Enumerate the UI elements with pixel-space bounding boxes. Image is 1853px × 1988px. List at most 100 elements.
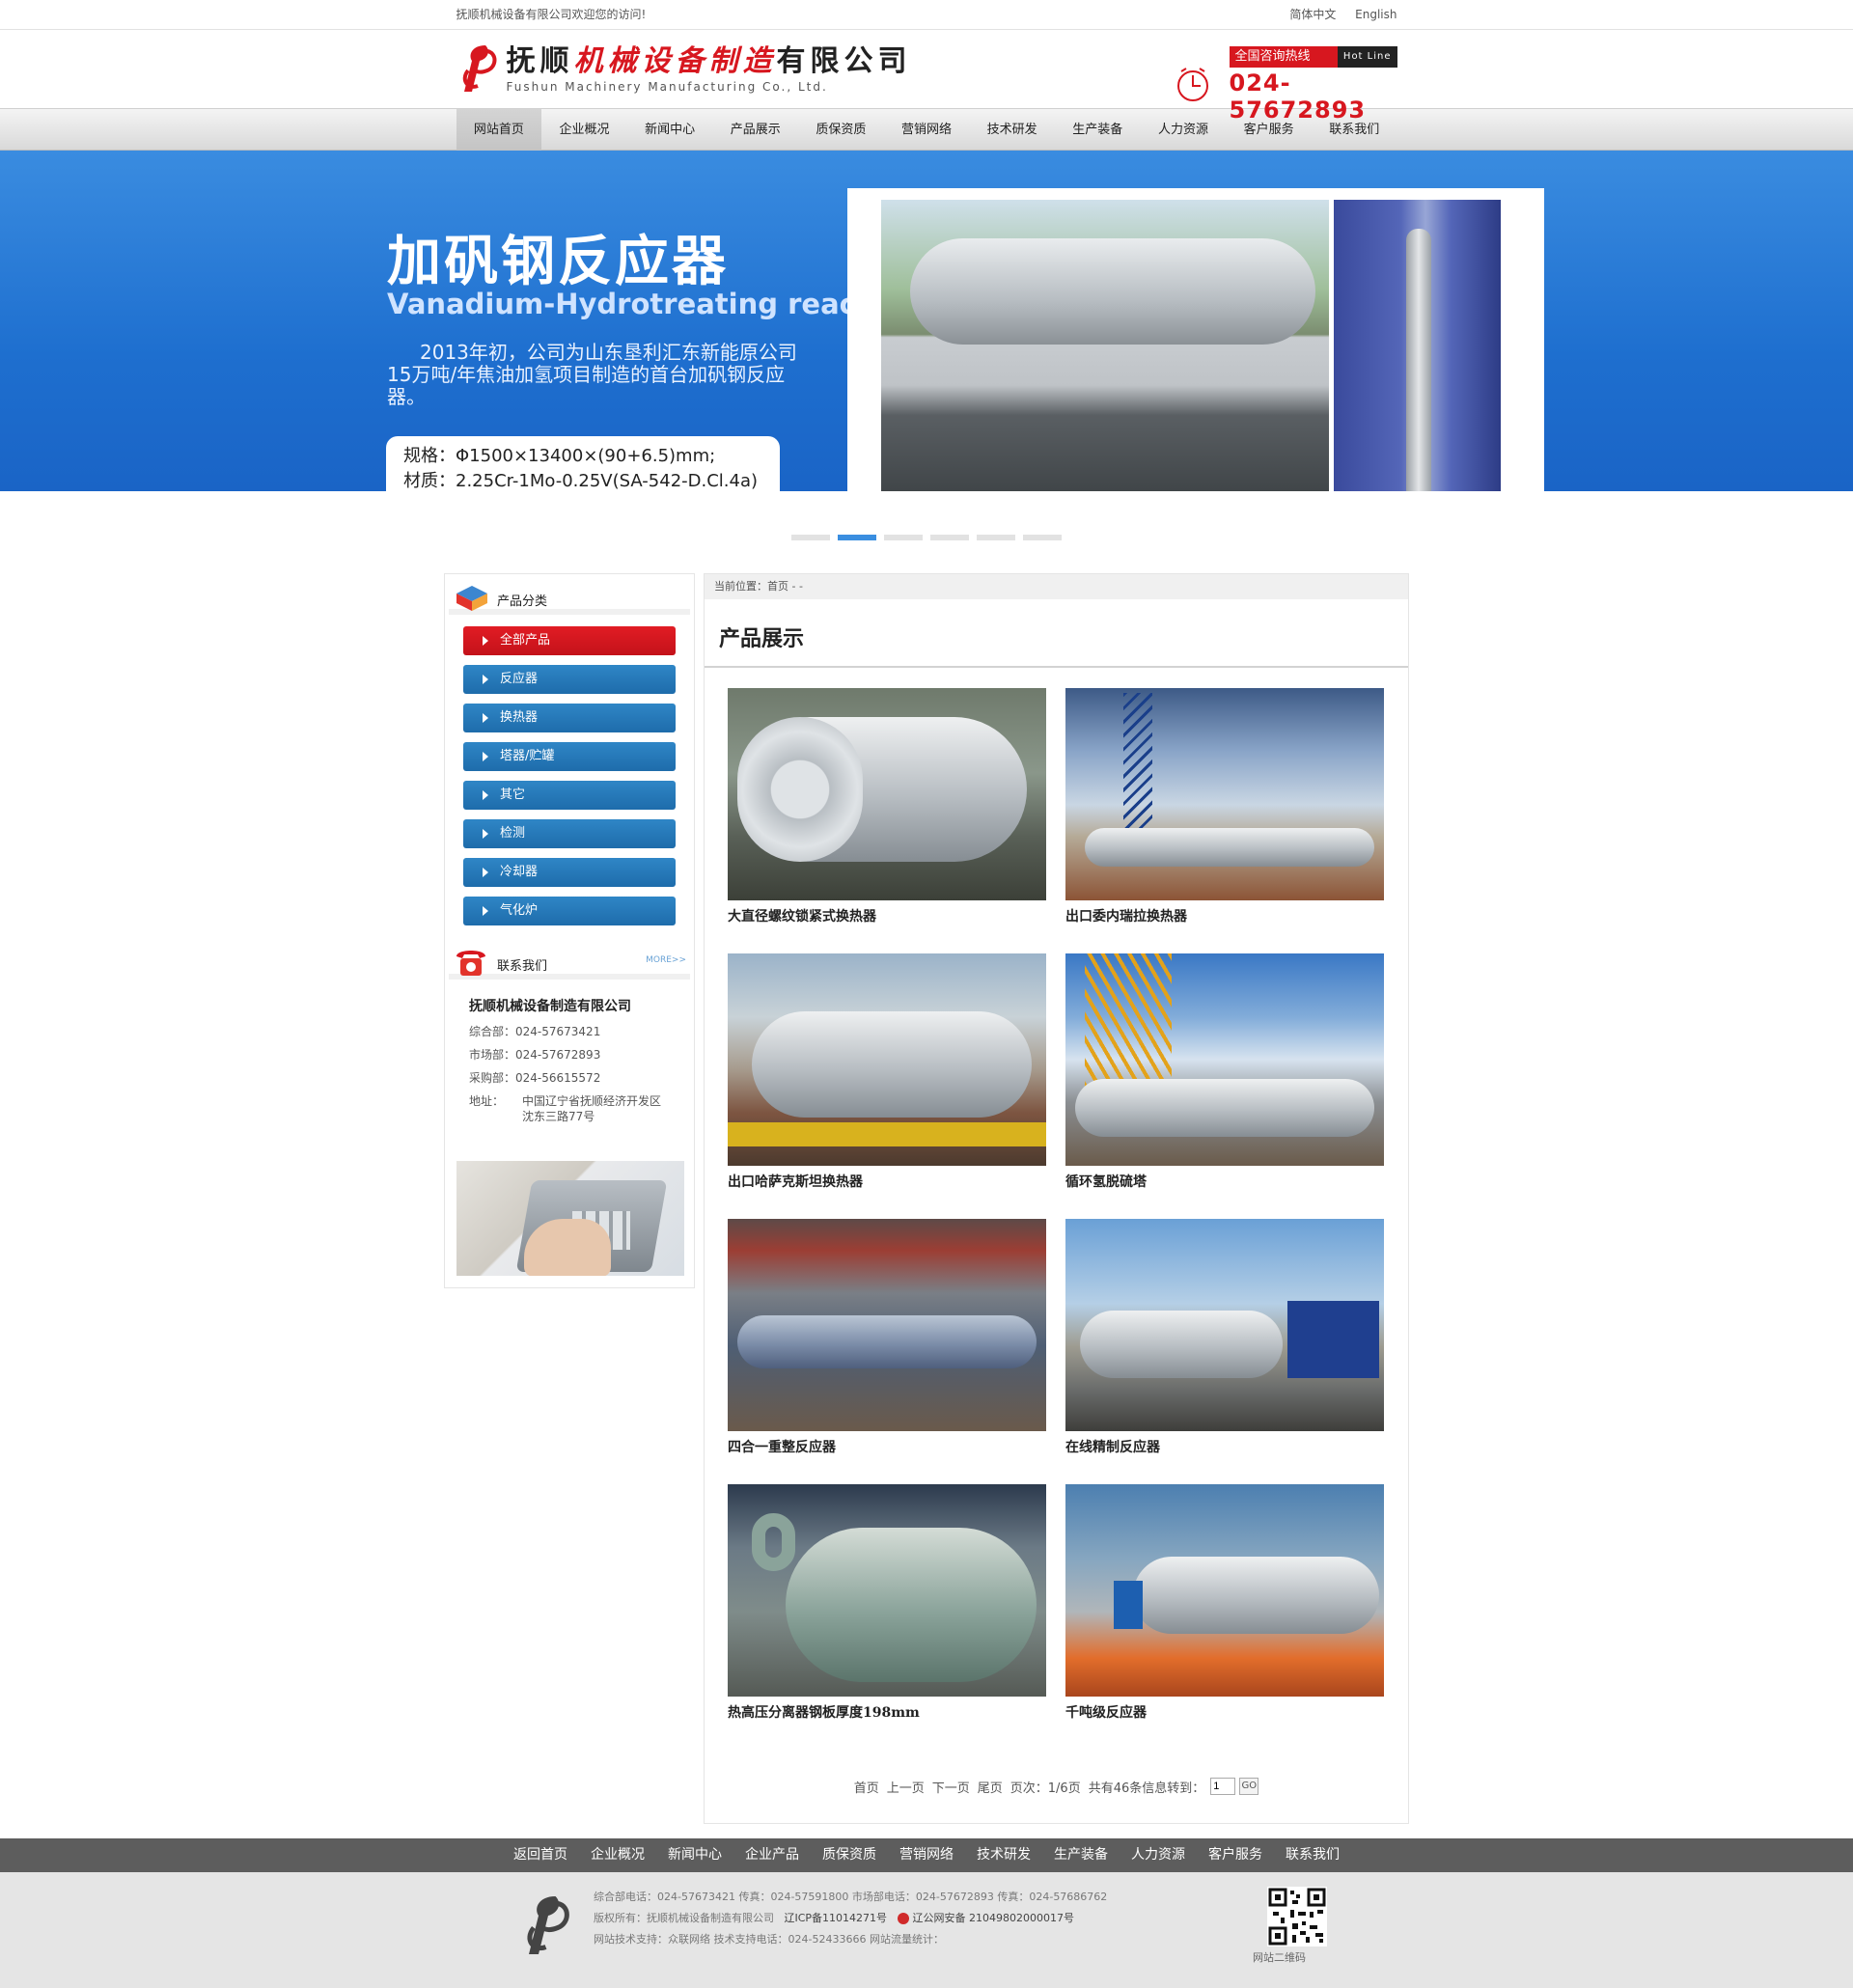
product-card[interactable]: 循环氢脱硫塔	[1065, 953, 1384, 1219]
product-image[interactable]	[1065, 688, 1384, 900]
banner-spec-size: 规格：Φ1500×13400×(90+6.5)mm;	[403, 446, 716, 466]
footer-nav-home[interactable]: 返回首页	[513, 1838, 567, 1872]
footer-nav-equipment[interactable]: 生产装备	[1054, 1838, 1108, 1872]
pager-prev[interactable]: 上一页	[887, 1778, 925, 1796]
pager-page-input[interactable]	[1210, 1778, 1236, 1795]
product-content: 当前位置：首页 - - 产品展示 大直径螺纹锁紧式换热器 出口委内瑞拉换热器 出…	[704, 573, 1409, 1824]
main-area: 产品分类 全部产品 反应器 换热器 塔器/贮罐 其它 检测 冷却器 气化炉 联系…	[444, 568, 1409, 1824]
product-card[interactable]: 大直径螺纹锁紧式换热器	[728, 688, 1046, 953]
product-card[interactable]: 四合一重整反应器	[728, 1219, 1046, 1484]
product-grid: 大直径螺纹锁紧式换热器 出口委内瑞拉换热器 出口哈萨克斯坦换热器 循环氢脱硫塔 …	[705, 668, 1408, 1750]
nav-marketing[interactable]: 营销网络	[884, 109, 970, 151]
pagination: 首页 上一页 下一页 尾页 页次：1/6页 共有46条信息转到： GO	[705, 1750, 1408, 1823]
category-cube-icon	[456, 586, 487, 611]
banner-photo-truck	[881, 200, 1329, 491]
footer-nav-marketing[interactable]: 营销网络	[899, 1838, 954, 1872]
product-name[interactable]: 大直径螺纹锁紧式换热器	[728, 906, 1046, 925]
product-card[interactable]: 出口委内瑞拉换热器	[1065, 688, 1384, 953]
banner-photo	[847, 188, 1544, 491]
slider-dot[interactable]	[977, 534, 1015, 540]
product-name[interactable]: 出口哈萨克斯坦换热器	[728, 1172, 1046, 1191]
pager-total: 共有46条信息转到：	[1088, 1781, 1205, 1796]
category-all[interactable]: 全部产品	[463, 626, 676, 655]
nav-home[interactable]: 网站首页	[456, 109, 542, 151]
footer-nav-contact[interactable]: 联系我们	[1286, 1838, 1340, 1872]
product-name[interactable]: 四合一重整反应器	[728, 1437, 1046, 1456]
pager-next[interactable]: 下一页	[932, 1778, 970, 1796]
nav-equipment[interactable]: 生产装备	[1055, 109, 1141, 151]
product-image[interactable]	[1065, 953, 1384, 1166]
pager-last[interactable]: 尾页	[978, 1778, 1003, 1796]
site-logo[interactable]: 抚顺机械设备制造有限公司 Fushun Machinery Manufactur…	[458, 41, 912, 96]
footer-nav: 返回首页 企业概况 新闻中心 企业产品 质保资质 营销网络 技术研发 生产装备 …	[0, 1838, 1853, 1872]
nav-quality[interactable]: 质保资质	[798, 109, 884, 151]
slider-dots	[0, 491, 1853, 568]
category-other[interactable]: 其它	[463, 781, 676, 810]
nav-contact[interactable]: 联系我们	[1312, 109, 1397, 151]
product-image[interactable]	[728, 1484, 1046, 1697]
nav-products[interactable]: 产品展示	[712, 109, 798, 151]
product-card[interactable]: 在线精制反应器	[1065, 1219, 1384, 1484]
contact-info: 抚顺机械设备制造有限公司 综合部：024-57673421 市场部：024-57…	[445, 980, 694, 1124]
footer-nav-rnd[interactable]: 技术研发	[977, 1838, 1031, 1872]
contact-more-link[interactable]: MORE>>	[646, 955, 686, 965]
category-tower-tank[interactable]: 塔器/贮罐	[463, 742, 676, 771]
product-name[interactable]: 在线精制反应器	[1065, 1437, 1384, 1456]
product-name[interactable]: 热高压分离器钢板厚度198mm	[728, 1702, 1046, 1722]
product-name[interactable]: 循环氢脱硫塔	[1065, 1172, 1384, 1191]
logo-chinese-name: 抚顺机械设备制造有限公司	[506, 43, 912, 78]
banner-spec-material: 材质：2.25Cr-1Mo-0.25V(SA-542-D.Cl.4a)	[403, 471, 759, 491]
nav-news[interactable]: 新闻中心	[627, 109, 713, 151]
qr-code-label: 网站二维码	[1253, 1951, 1306, 1964]
nav-rnd[interactable]: 技术研发	[969, 109, 1055, 151]
slider-dot[interactable]	[791, 534, 830, 540]
footer-police-record[interactable]: 辽公网安备 21049802000017号	[913, 1912, 1074, 1924]
slider-dot[interactable]	[930, 534, 969, 540]
hotline-label: 全国咨询热线	[1229, 46, 1338, 68]
product-name[interactable]: 千吨级反应器	[1065, 1702, 1384, 1722]
contact-address: 地址： 中国辽宁省抚顺经济开发区 沈东三路77号	[469, 1094, 662, 1123]
category-header: 产品分类	[449, 574, 690, 615]
category-inspection[interactable]: 检测	[463, 819, 676, 848]
product-card[interactable]: 出口哈萨克斯坦换热器	[728, 953, 1046, 1219]
telephone-icon	[456, 951, 485, 976]
category-cooler[interactable]: 冷却器	[463, 858, 676, 887]
category-gasifier[interactable]: 气化炉	[463, 897, 676, 925]
product-image[interactable]	[1065, 1484, 1384, 1697]
category-reactor[interactable]: 反应器	[463, 665, 676, 694]
contact-line: 综合部：024-57673421	[469, 1025, 601, 1038]
footer-nav-service[interactable]: 客户服务	[1208, 1838, 1262, 1872]
pager-first[interactable]: 首页	[854, 1778, 879, 1796]
footer-nav-hr[interactable]: 人力资源	[1131, 1838, 1185, 1872]
banner-description: 2013年初，公司为山东垦利汇东新能原公司15万吨/年焦油加氢项目制造的首台加矾…	[387, 341, 797, 408]
nav-hr[interactable]: 人力资源	[1141, 109, 1227, 151]
footer-nav-quality[interactable]: 质保资质	[822, 1838, 876, 1872]
footer-nav-news[interactable]: 新闻中心	[668, 1838, 722, 1872]
banner-title: 加矾钢反应器	[387, 231, 729, 293]
pager-go-button[interactable]: GO	[1239, 1778, 1259, 1795]
lang-chinese-link[interactable]: 简体中文	[1289, 8, 1336, 21]
slider-dot-active[interactable]	[838, 534, 876, 540]
footer-nav-products[interactable]: 企业产品	[745, 1838, 799, 1872]
product-image[interactable]	[728, 688, 1046, 900]
banner-spec-box: 规格：Φ1500×13400×(90+6.5)mm; 材质：2.25Cr-1Mo…	[386, 436, 780, 491]
product-card[interactable]: 千吨级反应器	[1065, 1484, 1384, 1750]
welcome-text: 抚顺机械设备有限公司欢迎您的访问!	[456, 8, 647, 21]
product-image[interactable]	[728, 1219, 1046, 1431]
nav-about[interactable]: 企业概况	[541, 109, 627, 151]
product-card[interactable]: 热高压分离器钢板厚度198mm	[728, 1484, 1046, 1750]
slider-dot[interactable]	[884, 534, 923, 540]
nav-service[interactable]: 客户服务	[1226, 109, 1312, 151]
product-name[interactable]: 出口委内瑞拉换热器	[1065, 906, 1384, 925]
category-heat-exchanger[interactable]: 换热器	[463, 704, 676, 732]
hero-banner[interactable]: 加矾钢反应器 Vanadium-Hydrotreating reactor 20…	[0, 151, 1853, 491]
footer-icp-link[interactable]: 辽ICP备11014271号	[785, 1912, 888, 1924]
lang-english-link[interactable]: English	[1355, 8, 1397, 21]
product-image[interactable]	[728, 953, 1046, 1166]
banner-photo-column	[1334, 200, 1501, 491]
footer-nav-about[interactable]: 企业概况	[591, 1838, 645, 1872]
banner-subtitle: Vanadium-Hydrotreating reactor	[387, 288, 902, 320]
slider-dot[interactable]	[1023, 534, 1062, 540]
product-image[interactable]	[1065, 1219, 1384, 1431]
top-bar: 抚顺机械设备有限公司欢迎您的访问! 简体中文 English	[0, 0, 1853, 30]
